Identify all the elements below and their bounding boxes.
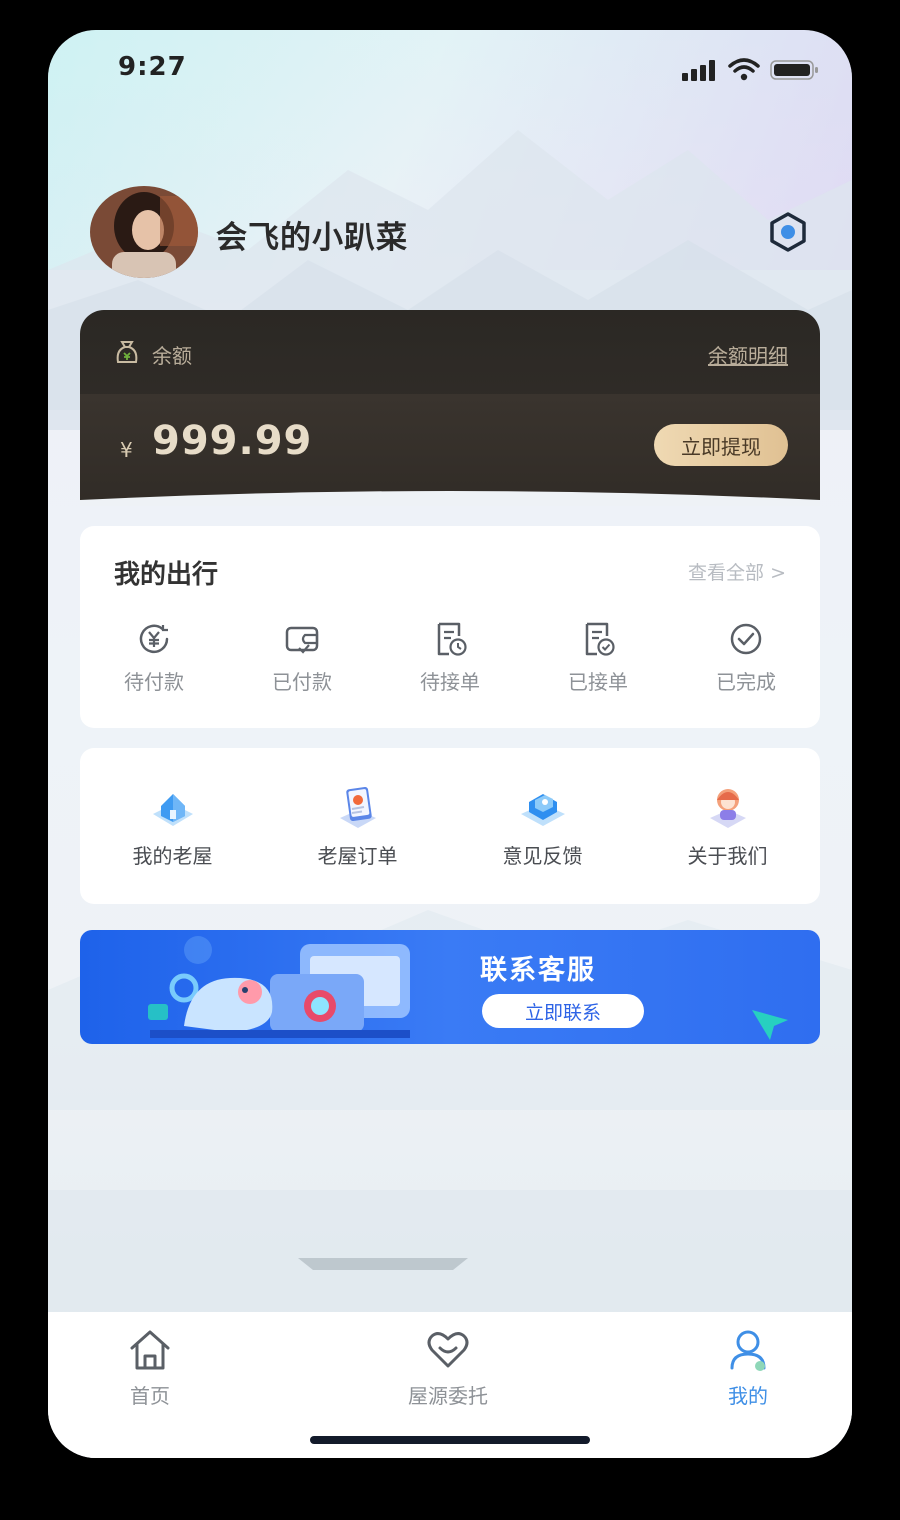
- heart-icon: [427, 1332, 469, 1368]
- wallet-icon: [285, 626, 319, 654]
- balance-label: 余额: [152, 344, 192, 368]
- feedback-icon: [520, 794, 565, 826]
- signal-icon: [682, 60, 715, 81]
- service-label: 我的老屋: [132, 844, 213, 868]
- contact-now-button[interactable]: 立即联系: [482, 994, 644, 1028]
- status-bar: 9:27: [48, 30, 852, 110]
- tab-property-entrust[interactable]: 屋源委托: [348, 1326, 548, 1409]
- service-about-us[interactable]: 关于我们: [635, 782, 820, 869]
- balance-curve: [80, 491, 820, 506]
- view-all-link[interactable]: 查看全部 >: [688, 558, 786, 585]
- status-label: 已完成: [716, 670, 776, 694]
- status-label: 已接单: [568, 670, 628, 694]
- status-label: 待接单: [420, 670, 480, 694]
- services-list: 我的老屋 老屋订单 意见反馈 关于我们: [80, 782, 820, 869]
- status-label: 已付款: [272, 670, 332, 694]
- home-indicator: [310, 1436, 590, 1444]
- status-label: 待付款: [124, 670, 184, 694]
- document-clock-icon: [437, 622, 467, 656]
- tab-label: 屋源委托: [408, 1384, 488, 1408]
- check-circle-icon: [730, 623, 762, 655]
- house-icon: [152, 794, 193, 826]
- service-label: 关于我们: [687, 844, 768, 868]
- status-paid[interactable]: 已付款: [228, 620, 376, 695]
- service-label: 意见反馈: [502, 844, 583, 868]
- travel-status-list: 待付款 已付款 待接单 已接单 已完成: [80, 620, 820, 695]
- service-old-house-orders[interactable]: 老屋订单: [265, 782, 450, 869]
- username: 会飞的小趴菜: [216, 220, 408, 256]
- service-my-old-house[interactable]: 我的老屋: [80, 782, 265, 869]
- avatar-image: [90, 186, 198, 278]
- home-icon: [130, 1330, 170, 1370]
- status-completed[interactable]: 已完成: [672, 620, 820, 695]
- status-time: 9:27: [118, 52, 187, 82]
- balance-detail-link[interactable]: 余额明细: [708, 340, 788, 369]
- mountain-background: [48, 130, 852, 1330]
- balance-card: 余额 余额明细 ¥ 999.99 立即提现: [80, 310, 820, 506]
- tab-bar: 首页 屋源委托 我的: [48, 1312, 852, 1458]
- order-icon: [339, 787, 376, 828]
- my-travel-card: 我的出行 查看全部 > 待付款 已付款 待接单 已接单 已完成: [80, 526, 820, 728]
- services-card: 我的老屋 老屋订单 意见反馈 关于我们: [80, 748, 820, 904]
- banner-title: 联系客服: [480, 955, 596, 986]
- document-check-icon: [585, 622, 615, 656]
- tab-mine[interactable]: 我的: [648, 1326, 848, 1409]
- tab-label: 我的: [728, 1384, 768, 1408]
- status-awaiting-acceptance[interactable]: 待接单: [376, 620, 524, 695]
- status-pending-payment[interactable]: 待付款: [80, 620, 228, 695]
- currency-symbol: ¥: [120, 438, 133, 462]
- wifi-icon: [728, 58, 760, 81]
- customer-service-banner[interactable]: 联系客服 立即联系: [80, 930, 820, 1044]
- avatar[interactable]: [90, 186, 198, 278]
- status-icons: [682, 58, 820, 82]
- tab-home[interactable]: 首页: [50, 1326, 250, 1409]
- service-feedback[interactable]: 意见反馈: [450, 782, 635, 869]
- status-accepted[interactable]: 已接单: [524, 620, 672, 695]
- tab-label: 首页: [130, 1384, 170, 1408]
- profile-header: 会飞的小趴菜: [90, 186, 810, 278]
- user-icon: [730, 1330, 766, 1371]
- yen-circle-icon: [139, 624, 169, 654]
- settings-icon[interactable]: [766, 210, 810, 254]
- withdraw-button[interactable]: 立即提现: [654, 424, 788, 466]
- money-bag-icon: [116, 341, 138, 363]
- support-illustration: [148, 936, 410, 1038]
- cursor-arrow-icon: [752, 1010, 788, 1040]
- service-label: 老屋订单: [317, 844, 398, 868]
- travel-title: 我的出行: [114, 560, 219, 590]
- phone-screen: 9:27 会飞的小趴菜 余额 余额明细 ¥ 999.99 立即提现 我的出行 查…: [48, 30, 852, 1458]
- balance-amount: 999.99: [152, 418, 313, 464]
- battery-icon: [770, 60, 818, 80]
- about-icon: [709, 789, 746, 828]
